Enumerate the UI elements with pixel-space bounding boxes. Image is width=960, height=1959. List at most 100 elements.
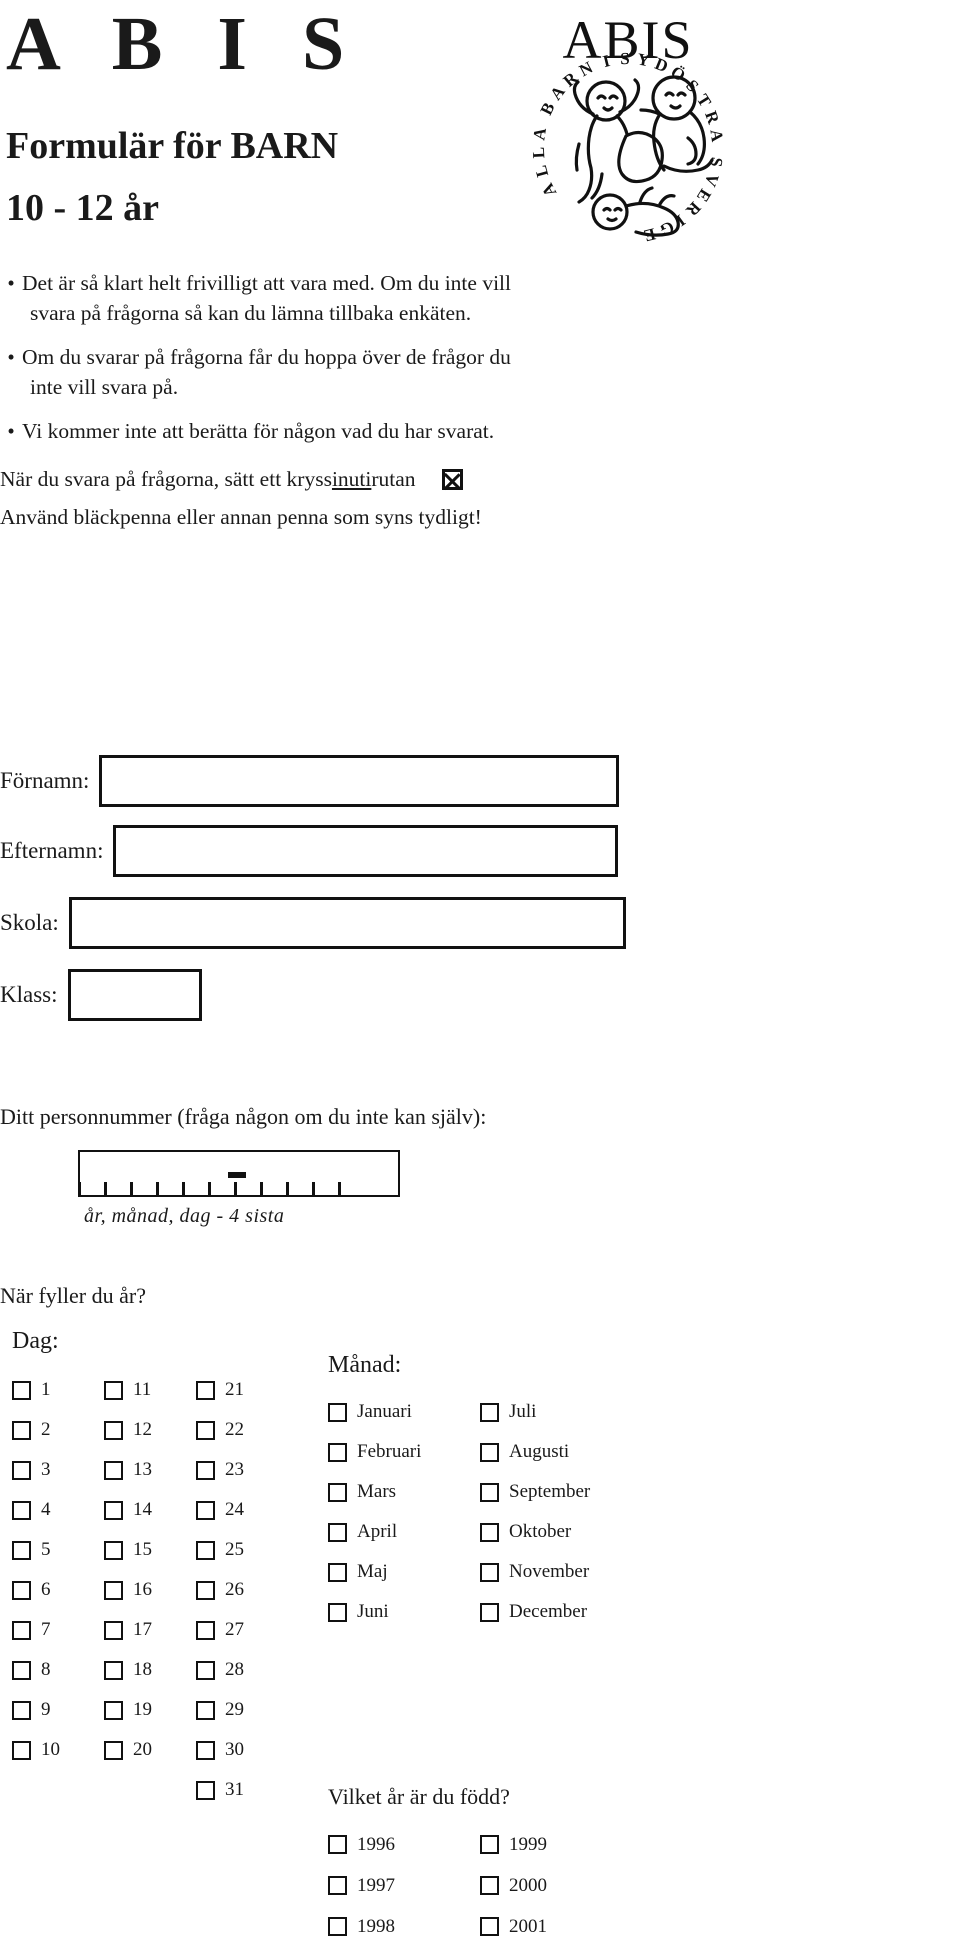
day-option[interactable]: 30 xyxy=(196,1730,288,1770)
day-option[interactable]: 28 xyxy=(196,1650,288,1690)
checkbox-icon[interactable] xyxy=(12,1620,31,1640)
checkbox-icon[interactable] xyxy=(12,1420,31,1440)
year-option[interactable]: 1997 xyxy=(328,1865,480,1906)
day-option[interactable]: 27 xyxy=(196,1610,288,1650)
day-option[interactable]: 2 xyxy=(12,1410,104,1450)
checkbox-icon[interactable] xyxy=(196,1780,215,1800)
checkbox-icon[interactable] xyxy=(328,1482,347,1502)
checkbox-icon[interactable] xyxy=(104,1620,123,1640)
checkbox-icon[interactable] xyxy=(328,1917,347,1936)
month-option[interactable]: Maj xyxy=(328,1552,480,1592)
checkbox-icon[interactable] xyxy=(104,1380,123,1400)
day-option[interactable]: 18 xyxy=(104,1650,196,1690)
day-option[interactable]: 7 xyxy=(12,1610,104,1650)
year-option[interactable]: 2001 xyxy=(480,1906,632,1947)
checkbox-icon[interactable] xyxy=(12,1580,31,1600)
firstname-input[interactable] xyxy=(99,755,620,807)
day-option[interactable]: 5 xyxy=(12,1530,104,1570)
day-option[interactable]: 26 xyxy=(196,1570,288,1610)
checkbox-icon[interactable] xyxy=(12,1380,31,1400)
checkbox-icon[interactable] xyxy=(196,1420,215,1440)
month-option[interactable]: December xyxy=(480,1592,632,1632)
day-option[interactable]: 14 xyxy=(104,1490,196,1530)
checkbox-icon[interactable] xyxy=(196,1460,215,1480)
day-option[interactable]: 10 xyxy=(12,1730,104,1770)
checkbox-icon[interactable] xyxy=(480,1602,499,1622)
day-option[interactable]: 12 xyxy=(104,1410,196,1450)
checkbox-icon[interactable] xyxy=(12,1540,31,1560)
checkbox-icon[interactable] xyxy=(328,1522,347,1542)
checkbox-icon[interactable] xyxy=(328,1835,347,1854)
month-option[interactable]: April xyxy=(328,1512,480,1552)
checkbox-icon[interactable] xyxy=(196,1540,215,1560)
checkbox-icon[interactable] xyxy=(104,1540,123,1560)
year-option[interactable]: 1998 xyxy=(328,1906,480,1947)
school-input[interactable] xyxy=(68,897,626,949)
checkbox-icon[interactable] xyxy=(196,1380,215,1400)
checkbox-icon[interactable] xyxy=(328,1876,347,1895)
day-option[interactable]: 22 xyxy=(196,1410,288,1450)
checkbox-icon[interactable] xyxy=(328,1562,347,1582)
checkbox-icon[interactable] xyxy=(12,1460,31,1480)
day-option[interactable]: 11 xyxy=(104,1370,196,1410)
checkbox-icon[interactable] xyxy=(196,1580,215,1600)
day-option[interactable]: 31 xyxy=(196,1770,288,1810)
checkbox-icon[interactable] xyxy=(104,1420,123,1440)
checkbox-icon[interactable] xyxy=(328,1402,347,1422)
checkbox-icon[interactable] xyxy=(328,1602,347,1622)
month-option[interactable]: September xyxy=(480,1472,632,1512)
month-option[interactable]: Augusti xyxy=(480,1432,632,1472)
month-option[interactable]: Juli xyxy=(480,1392,632,1432)
day-option[interactable]: 19 xyxy=(104,1690,196,1730)
checkbox-icon[interactable] xyxy=(12,1660,31,1680)
checkbox-icon[interactable] xyxy=(104,1700,123,1720)
day-option[interactable]: 21 xyxy=(196,1370,288,1410)
month-option[interactable]: Januari xyxy=(328,1392,480,1432)
checkbox-icon[interactable] xyxy=(12,1500,31,1520)
checkbox-icon[interactable] xyxy=(104,1500,123,1520)
checkbox-icon[interactable] xyxy=(480,1442,499,1462)
checkbox-icon[interactable] xyxy=(196,1620,215,1640)
day-option[interactable]: 16 xyxy=(104,1570,196,1610)
day-option[interactable]: 1 xyxy=(12,1370,104,1410)
month-option[interactable]: Oktober xyxy=(480,1512,632,1552)
day-option[interactable]: 20 xyxy=(104,1730,196,1770)
checkbox-icon[interactable] xyxy=(196,1740,215,1760)
checkbox-icon[interactable] xyxy=(196,1660,215,1680)
year-option[interactable]: 2000 xyxy=(480,1865,632,1906)
checkbox-icon[interactable] xyxy=(480,1876,499,1895)
day-option[interactable]: 13 xyxy=(104,1450,196,1490)
checkbox-icon[interactable] xyxy=(480,1522,499,1542)
checkbox-icon[interactable] xyxy=(104,1460,123,1480)
day-option[interactable]: 3 xyxy=(12,1450,104,1490)
checkbox-icon[interactable] xyxy=(480,1917,499,1936)
checkbox-icon[interactable] xyxy=(480,1402,499,1422)
checkbox-icon[interactable] xyxy=(104,1740,123,1760)
day-option[interactable]: 23 xyxy=(196,1450,288,1490)
day-option[interactable]: 15 xyxy=(104,1530,196,1570)
checkbox-icon[interactable] xyxy=(480,1835,499,1854)
year-option[interactable]: 1999 xyxy=(480,1824,632,1865)
day-option[interactable]: 17 xyxy=(104,1610,196,1650)
day-option[interactable]: 8 xyxy=(12,1650,104,1690)
day-option[interactable]: 29 xyxy=(196,1690,288,1730)
checkbox-icon[interactable] xyxy=(196,1700,215,1720)
checkbox-icon[interactable] xyxy=(480,1482,499,1502)
lastname-input[interactable] xyxy=(113,825,619,877)
month-option[interactable]: Mars xyxy=(328,1472,480,1512)
checkbox-icon[interactable] xyxy=(12,1740,31,1760)
class-input[interactable] xyxy=(67,969,202,1021)
month-option[interactable]: November xyxy=(480,1552,632,1592)
day-option[interactable]: 24 xyxy=(196,1490,288,1530)
checkbox-icon[interactable] xyxy=(196,1500,215,1520)
month-option[interactable]: Februari xyxy=(328,1432,480,1472)
day-option[interactable]: 4 xyxy=(12,1490,104,1530)
checkbox-icon[interactable] xyxy=(328,1442,347,1462)
checkbox-icon[interactable] xyxy=(104,1580,123,1600)
day-option[interactable]: 25 xyxy=(196,1530,288,1570)
checkbox-icon[interactable] xyxy=(12,1700,31,1720)
day-option[interactable]: 9 xyxy=(12,1690,104,1730)
day-option[interactable]: 6 xyxy=(12,1570,104,1610)
month-option[interactable]: Juni xyxy=(328,1592,480,1632)
checkbox-icon[interactable] xyxy=(480,1562,499,1582)
